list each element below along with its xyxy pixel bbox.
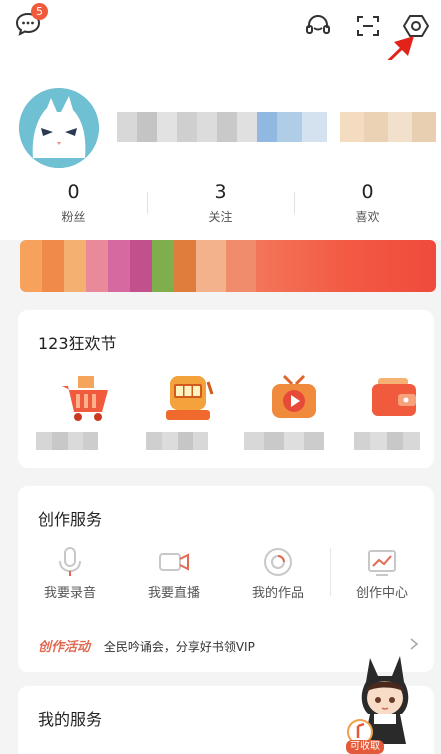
promo-banner-blurred[interactable] — [20, 240, 436, 292]
promo-item-slot[interactable] — [148, 372, 228, 424]
message-badge: 5 — [31, 3, 48, 20]
stat-label: 关注 — [208, 210, 233, 224]
promo-label-blurred — [146, 432, 208, 450]
camera-icon — [159, 553, 189, 571]
wallet-icon — [372, 378, 416, 416]
stats-row: 0 粉丝 3 关注 0 喜欢 — [0, 178, 441, 238]
slot-machine-icon — [166, 376, 214, 420]
avatar[interactable] — [19, 88, 99, 168]
cat-avatar-icon — [19, 88, 99, 168]
stat-value: 3 — [214, 181, 227, 203]
vip-badge-blurred — [340, 112, 436, 142]
activity-tag: 创作活动 — [38, 640, 91, 655]
username-blurred — [117, 112, 327, 142]
service-divider — [330, 548, 331, 596]
creation-activity-row[interactable]: 创作活动 全民吟诵会，分享好书领VIP — [38, 636, 255, 655]
video-tv-icon — [272, 374, 316, 418]
stat-following[interactable]: 3 关注 — [147, 178, 294, 238]
promo-item-video[interactable] — [254, 372, 334, 422]
promo-item-wallet[interactable] — [354, 372, 434, 422]
disc-icon — [264, 548, 292, 576]
activity-text: 全民吟诵会，分享好书领VIP — [103, 640, 255, 654]
service-label: 我的作品 — [251, 586, 304, 601]
stat-label: 喜欢 — [355, 210, 380, 224]
chart-icon — [368, 550, 396, 576]
service-label: 创作中心 — [355, 586, 408, 601]
customer-service-button[interactable] — [304, 12, 332, 40]
stat-fans[interactable]: 0 粉丝 — [0, 178, 147, 238]
service-works[interactable]: 我的作品 — [238, 546, 318, 601]
service-label: 我要直播 — [147, 586, 200, 601]
stat-label: 粉丝 — [61, 210, 86, 224]
my-services-title: 我的服务 — [38, 710, 103, 729]
creation-title: 创作服务 — [38, 510, 103, 529]
service-live[interactable]: 我要直播 — [134, 546, 214, 601]
chevron-right-icon[interactable] — [409, 638, 419, 650]
promo-label-blurred — [244, 432, 324, 450]
service-creator-center[interactable]: 创作中心 — [342, 546, 422, 601]
carnival-title: 123狂欢节 — [38, 334, 117, 353]
stat-value: 0 — [361, 181, 374, 203]
promo-label-blurred — [36, 432, 98, 450]
cart-icon — [62, 376, 108, 421]
stat-value: 0 — [67, 181, 80, 203]
microphone-icon — [59, 547, 81, 576]
headset-icon — [306, 14, 330, 34]
profile-header: 0 粉丝 3 关注 0 喜欢 — [0, 60, 441, 240]
promo-item-cart[interactable] — [46, 372, 126, 422]
promo-label-blurred — [354, 432, 420, 450]
stat-likes[interactable]: 0 喜欢 — [294, 178, 441, 238]
service-record[interactable]: 我要录音 — [30, 546, 110, 601]
redeem-label[interactable]: 可收取 — [346, 740, 384, 754]
mascot-widget[interactable] — [340, 652, 430, 754]
service-label: 我要录音 — [43, 586, 96, 601]
